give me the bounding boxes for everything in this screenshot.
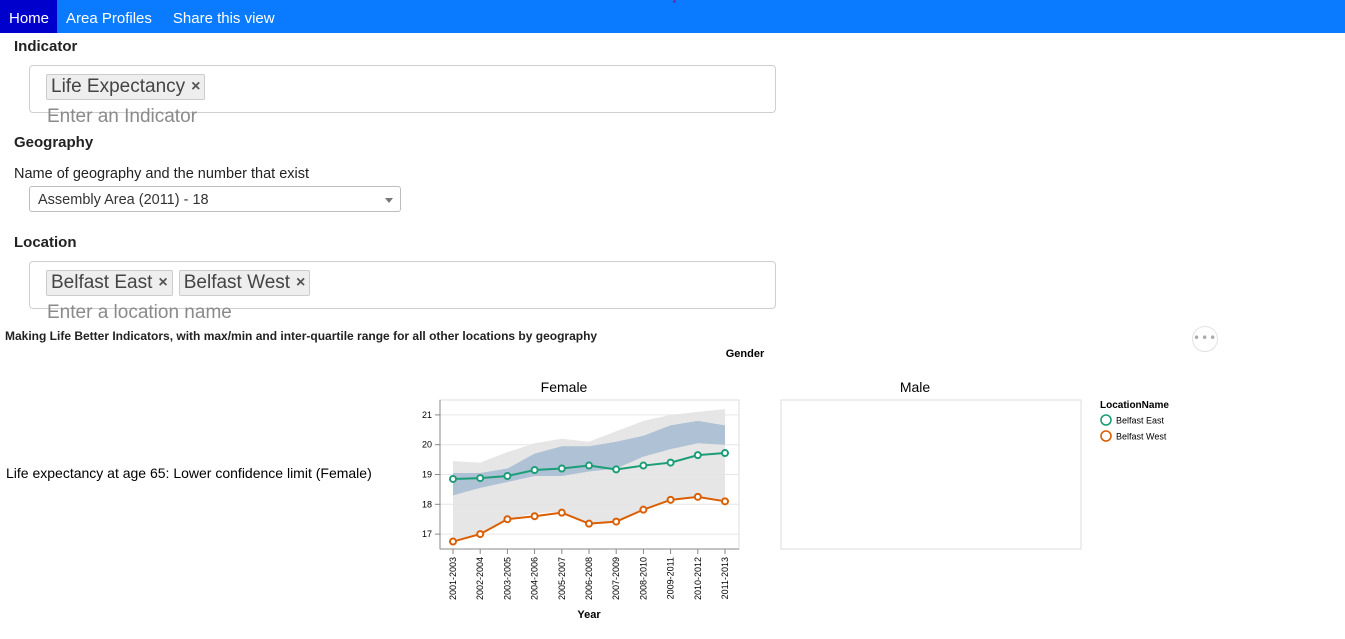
y-axis: 17 18 19 20 21 xyxy=(422,400,441,549)
indicator-label: Indicator xyxy=(14,38,78,55)
plot-frame-male xyxy=(780,399,1082,550)
data-point xyxy=(449,537,457,546)
data-point xyxy=(639,461,648,470)
data-point xyxy=(666,458,675,467)
x-axis: 2001-2003 2002-2004 2003-2005 2004-2006 2005… xyxy=(440,548,739,600)
facet-header: Gender xyxy=(726,348,765,360)
data-point xyxy=(449,474,457,483)
data-point xyxy=(503,515,512,524)
x-tick-label: 2009-2011 xyxy=(666,557,676,599)
x-tick-label: 2010-2012 xyxy=(693,557,703,600)
location-placeholder[interactable]: Enter a location name xyxy=(47,302,232,324)
x-tick-label: 2007-2009 xyxy=(611,557,621,600)
nav-share-view[interactable]: Share this view xyxy=(164,0,287,33)
nav-home[interactable]: Home xyxy=(0,0,58,33)
x-axis-label: Year xyxy=(577,609,601,621)
chevron-down-icon xyxy=(385,198,393,203)
legend: LocationName Belfast East Belfast West xyxy=(1100,400,1169,442)
location-label: Location xyxy=(14,234,77,251)
nav-area-profiles[interactable]: Area Profiles xyxy=(57,0,164,33)
x-tick-label: 2003-2005 xyxy=(502,557,512,600)
facet-title-male: Male xyxy=(900,379,931,395)
data-point xyxy=(476,474,485,483)
data-point xyxy=(612,465,621,474)
faceted-line-chart: Gender Female Male Life expectancy at ag… xyxy=(6,348,1169,621)
data-point xyxy=(693,492,702,501)
data-point xyxy=(721,449,729,458)
indicator-tag-text: Life Expectancy xyxy=(51,76,186,97)
location-tag-text: Belfast West xyxy=(183,272,291,293)
data-point xyxy=(639,505,648,514)
data-point xyxy=(530,466,539,475)
indicator-tag-life-expectancy: Life Expectancy × xyxy=(46,74,206,100)
x-tick-label: 2001-2003 xyxy=(448,557,458,600)
legend-symbol xyxy=(1100,414,1112,426)
remove-tag-icon[interactable]: × xyxy=(158,274,167,292)
geography-selected-value: Assembly Area (2011) - 18 xyxy=(38,192,209,208)
y-tick-label: 18 xyxy=(422,499,432,509)
x-tick-label: 2011-2013 xyxy=(720,557,730,599)
legend-title: LocationName xyxy=(1100,400,1169,411)
location-tag-belfast-west: Belfast West × xyxy=(178,270,311,296)
geography-label: Geography xyxy=(14,134,94,151)
y-tick-label: 21 xyxy=(422,410,432,420)
x-tick-label: 2008-2010 xyxy=(638,557,648,600)
indicator-placeholder[interactable]: Enter an Indicator xyxy=(47,106,197,128)
data-point xyxy=(557,508,566,517)
location-tag-belfast-east: Belfast East × xyxy=(46,270,173,296)
geography-select[interactable]: Assembly Area (2011) - 18 xyxy=(29,186,401,212)
legend-label: Belfast East xyxy=(1116,416,1165,426)
x-tick-label: 2004-2006 xyxy=(530,557,540,600)
data-point xyxy=(476,530,485,539)
location-tag-text: Belfast East xyxy=(51,272,153,293)
data-point xyxy=(612,517,621,526)
data-point xyxy=(503,471,512,480)
remove-tag-icon[interactable]: × xyxy=(296,274,305,292)
nav-dot-decoration xyxy=(673,0,676,3)
x-tick-label: 2005-2007 xyxy=(557,557,567,600)
legend-label: Belfast West xyxy=(1116,432,1167,442)
x-tick-label: 2002-2004 xyxy=(475,557,485,600)
data-point xyxy=(530,512,539,521)
data-point xyxy=(721,497,729,506)
data-point xyxy=(557,464,566,473)
data-point xyxy=(585,519,593,528)
y-tick-label: 20 xyxy=(422,440,432,450)
remove-tag-icon[interactable]: × xyxy=(191,78,200,96)
row-label: Life expectancy at age 65: Lower confide… xyxy=(6,465,372,481)
x-tick-label: 2006-2008 xyxy=(584,557,594,600)
data-point xyxy=(693,451,702,460)
legend-symbol xyxy=(1100,430,1112,442)
geography-description: Name of geography and the number that ex… xyxy=(14,166,310,182)
data-point xyxy=(666,495,675,504)
top-navbar: Home Area Profiles Share this view xyxy=(0,0,1345,33)
y-tick-label: 19 xyxy=(422,470,432,480)
facet-title-female: Female xyxy=(541,379,588,395)
y-tick-label: 17 xyxy=(422,529,432,539)
data-point xyxy=(585,461,593,470)
